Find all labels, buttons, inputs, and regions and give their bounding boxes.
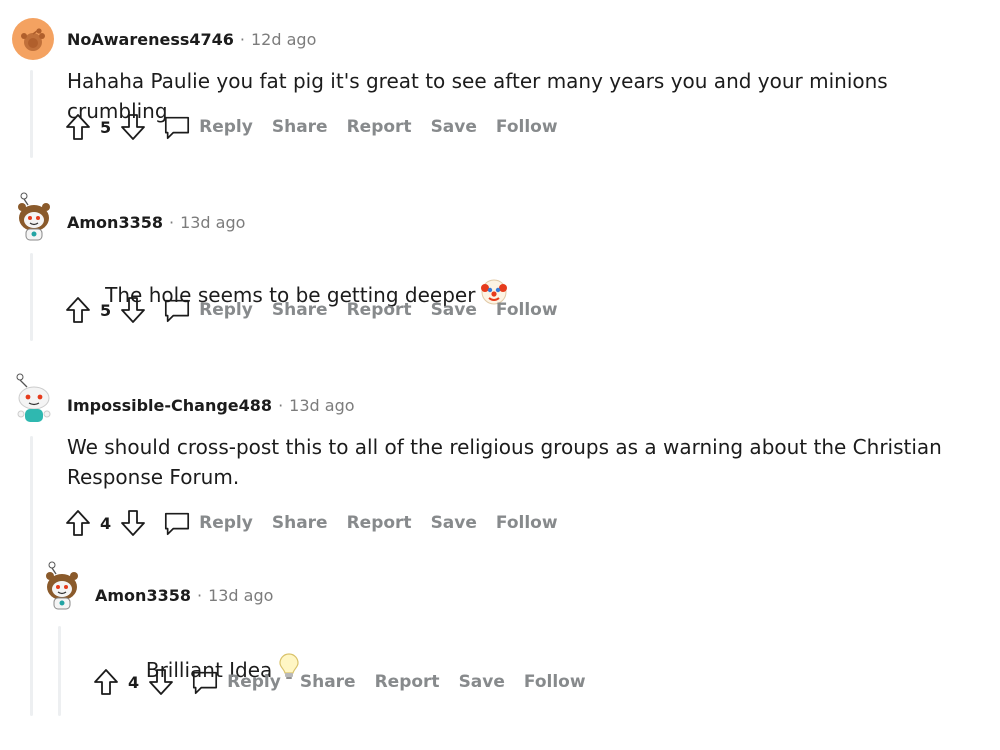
comment-body: We should cross-post this to all of the … (67, 435, 942, 489)
save-button[interactable]: Save (431, 513, 477, 533)
comment-actions: 5 Reply Share Report Save Follow (64, 110, 577, 144)
downvote-icon[interactable] (119, 509, 147, 537)
orange-snoo-avatar-icon (12, 18, 54, 60)
save-button[interactable]: Save (431, 117, 477, 137)
upvote-icon[interactable] (64, 509, 92, 537)
thread-line[interactable] (58, 626, 61, 716)
downvote-icon[interactable] (119, 296, 147, 324)
follow-button[interactable]: Follow (524, 672, 586, 692)
avatar[interactable] (12, 18, 54, 60)
nested-comment: Amon3358 · 13d ago Brilliant Idea 4 Reply … (28, 556, 988, 746)
author-link[interactable]: Impossible-Change488 (67, 396, 272, 415)
avatar[interactable] (40, 560, 84, 612)
comment-bubble-icon[interactable] (163, 509, 191, 537)
follow-button[interactable]: Follow (496, 117, 558, 137)
meta-separator: · (196, 586, 203, 605)
share-button[interactable]: Share (272, 513, 328, 533)
comment-bubble-icon[interactable] (163, 113, 191, 141)
comment-bubble-icon[interactable] (191, 668, 219, 696)
save-button[interactable]: Save (431, 300, 477, 320)
bear-costume-snoo-avatar-icon (46, 561, 78, 610)
comment-actions: 5 Reply Share Report Save Follow (64, 293, 577, 327)
meta-separator: · (168, 213, 175, 232)
report-button[interactable]: Report (347, 513, 412, 533)
report-button[interactable]: Report (347, 300, 412, 320)
downvote-icon[interactable] (147, 668, 175, 696)
comment-bubble-icon[interactable] (163, 296, 191, 324)
author-link[interactable]: NoAwareness4746 (67, 30, 234, 49)
author-link[interactable]: Amon3358 (95, 586, 191, 605)
comment-actions: 4 Reply Share Report Save Follow (92, 665, 605, 699)
thread-line[interactable] (30, 253, 33, 341)
report-button[interactable]: Report (375, 672, 440, 692)
comment-actions: 4 Reply Share Report Save Follow (64, 506, 577, 540)
timestamp[interactable]: 12d ago (251, 30, 316, 49)
bear-costume-snoo-avatar-icon (18, 192, 50, 241)
avatar[interactable] (12, 191, 56, 243)
follow-button[interactable]: Follow (496, 300, 558, 320)
comment-thread: NoAwareness4746 · 12d ago Hahaha Paulie yo… (0, 0, 1000, 750)
upvote-icon[interactable] (64, 296, 92, 324)
vote-score: 5 (100, 300, 112, 320)
thread-line[interactable] (30, 70, 33, 158)
timestamp[interactable]: 13d ago (208, 586, 273, 605)
report-button[interactable]: Report (347, 117, 412, 137)
vote-score: 5 (100, 117, 112, 137)
comment-meta: Amon3358 · 13d ago (67, 213, 245, 232)
upvote-icon[interactable] (64, 113, 92, 141)
share-button[interactable]: Share (300, 672, 356, 692)
comment: Amon3358 · 13d ago The hole seems to be ge… (0, 183, 1000, 353)
reply-button[interactable]: Reply (199, 300, 253, 320)
comment-meta: Impossible-Change488 · 13d ago (67, 396, 355, 415)
reply-button[interactable]: Reply (199, 117, 253, 137)
author-link[interactable]: Amon3358 (67, 213, 163, 232)
follow-button[interactable]: Follow (496, 513, 558, 533)
comment-meta: NoAwareness4746 · 12d ago (67, 30, 316, 49)
downvote-icon[interactable] (119, 113, 147, 141)
timestamp[interactable]: 13d ago (289, 396, 354, 415)
vote-score: 4 (128, 672, 140, 692)
meta-separator: · (278, 396, 284, 415)
meta-separator: · (239, 30, 245, 49)
teal-shirt-snoo-avatar-icon (16, 373, 51, 422)
comment-meta: Amon3358 · 13d ago (95, 586, 273, 605)
avatar[interactable] (12, 372, 56, 426)
comment: NoAwareness4746 · 12d ago Hahaha Paulie yo… (0, 0, 1000, 170)
reply-button[interactable]: Reply (227, 672, 281, 692)
share-button[interactable]: Share (272, 117, 328, 137)
save-button[interactable]: Save (459, 672, 505, 692)
vote-score: 4 (100, 513, 112, 533)
reply-button[interactable]: Reply (199, 513, 253, 533)
share-button[interactable]: Share (272, 300, 328, 320)
timestamp[interactable]: 13d ago (180, 213, 245, 232)
comment: Impossible-Change488 · 13d ago We should c… (0, 366, 1000, 750)
upvote-icon[interactable] (92, 668, 120, 696)
